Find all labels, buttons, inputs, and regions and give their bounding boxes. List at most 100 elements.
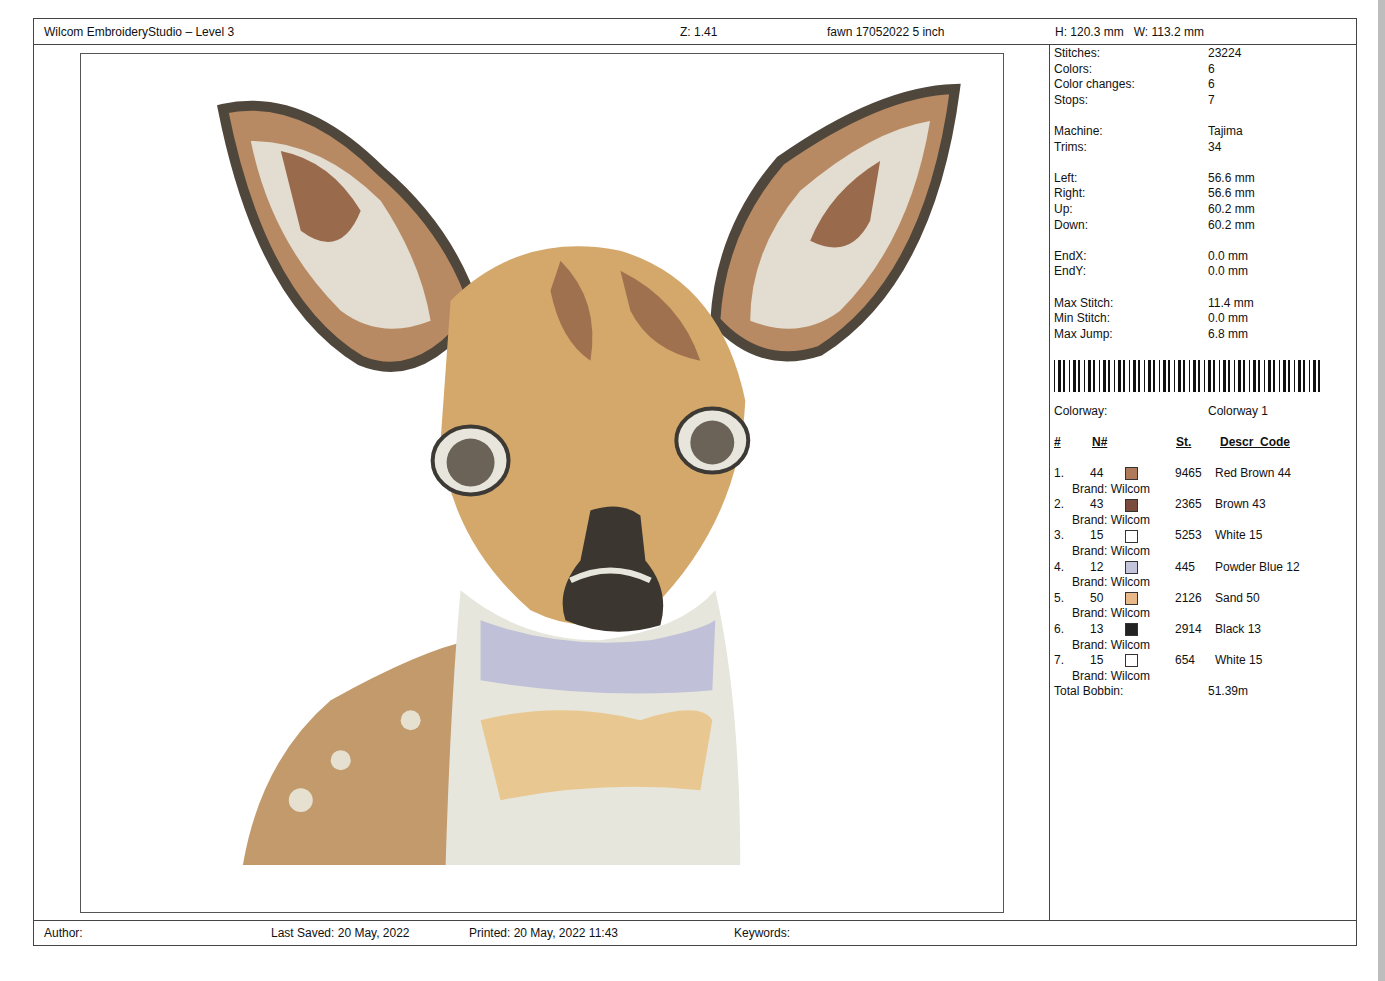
stat-label: Color changes: — [1054, 77, 1208, 93]
color-number: 15 — [1090, 528, 1118, 544]
color-line: 6. 13 2914 Black 13 — [1054, 622, 1352, 638]
stat-label: Max Jump: — [1054, 327, 1208, 343]
author: Author: — [44, 926, 271, 940]
color-stitches: 5253 — [1175, 528, 1215, 544]
stat-row: Stops: 7 — [1054, 93, 1352, 109]
column-header: N# — [1092, 435, 1176, 451]
left-eye — [433, 427, 509, 495]
color-swatch — [1125, 530, 1138, 543]
nose — [563, 506, 664, 631]
color-index: 7. — [1054, 653, 1090, 669]
color-swatch — [1125, 592, 1138, 605]
color-number: 15 — [1090, 653, 1118, 669]
color-index: 1. — [1054, 466, 1090, 482]
color-stitches: 445 — [1175, 560, 1215, 576]
colorway-value: Colorway 1 — [1208, 404, 1268, 420]
barcode-icon — [1054, 360, 1326, 392]
color-brand: Brand: Wilcom — [1054, 544, 1352, 560]
stat-value: 60.2 mm — [1208, 202, 1255, 218]
color-row: 2. 43 2365 Brown 43 Brand: Wilcom — [1054, 497, 1352, 528]
stat-value: 60.2 mm — [1208, 218, 1255, 234]
stat-label: EndX: — [1054, 249, 1208, 265]
stat-value: 0.0 mm — [1208, 249, 1248, 265]
total-label: Total Bobbin: — [1054, 684, 1208, 700]
stat-label: Colors: — [1054, 62, 1208, 78]
stat-row: Right: 56.6 mm — [1054, 186, 1352, 202]
color-stitches: 9465 — [1175, 466, 1215, 482]
stat-row: Left: 56.6 mm — [1054, 171, 1352, 187]
color-brand: Brand: Wilcom — [1054, 482, 1352, 498]
color-line: 2. 43 2365 Brown 43 — [1054, 497, 1352, 513]
stat-label: Stitches: — [1054, 46, 1208, 62]
swatch-cell — [1118, 592, 1175, 605]
swatch-cell — [1118, 623, 1175, 636]
printed: Printed: 20 May, 2022 11:43 — [469, 926, 734, 940]
color-number: 13 — [1090, 622, 1118, 638]
swatch-cell — [1118, 499, 1175, 512]
neck — [446, 590, 741, 865]
right-eye — [676, 409, 748, 473]
color-line: 3. 15 5253 White 15 — [1054, 528, 1352, 544]
stat-row: Machine: Tajima — [1054, 124, 1352, 140]
column-header: St. — [1176, 435, 1220, 451]
color-swatch — [1125, 561, 1138, 574]
color-number: 44 — [1090, 466, 1118, 482]
stats-group: Stitches: 23224Colors: 6Color changes: 6… — [1054, 46, 1352, 108]
body-spot — [289, 788, 313, 812]
left-pupil — [447, 439, 495, 487]
total-bobbin: Total Bobbin: 51.39m — [1054, 684, 1352, 700]
stat-label: Right: — [1054, 186, 1208, 202]
print-preview: Wilcom EmbroideryStudio – Level 3 Z: 1.4… — [0, 0, 1385, 981]
stat-row: Down: 60.2 mm — [1054, 218, 1352, 234]
stat-label: Left: — [1054, 171, 1208, 187]
stat-row: Color changes: 6 — [1054, 77, 1352, 93]
swatch-cell — [1118, 467, 1175, 480]
stat-value: 56.6 mm — [1208, 171, 1255, 187]
stat-row: Up: 60.2 mm — [1054, 202, 1352, 218]
head-patch — [550, 261, 592, 361]
stat-row: Trims: 34 — [1054, 140, 1352, 156]
app-title: Wilcom EmbroideryStudio – Level 3 — [44, 25, 680, 39]
stat-value: 6 — [1208, 77, 1215, 93]
info-panel: Stitches: 23224Colors: 6Color changes: 6… — [1050, 45, 1356, 920]
column-header: # — [1054, 435, 1092, 451]
color-stitches: 2914 — [1175, 622, 1215, 638]
body-spot — [331, 750, 351, 770]
left-ear-patch — [281, 151, 361, 242]
colorway: Colorway: Colorway 1 — [1054, 404, 1352, 420]
swatch-cell — [1118, 530, 1175, 543]
color-line: 7. 15 654 White 15 — [1054, 653, 1352, 669]
stat-value: Tajima — [1208, 124, 1243, 140]
color-number: 12 — [1090, 560, 1118, 576]
color-descr: Powder Blue 12 — [1215, 560, 1300, 576]
color-brand: Brand: Wilcom — [1054, 638, 1352, 654]
stat-label: Min Stitch: — [1054, 311, 1208, 327]
stats-group: Left: 56.6 mmRight: 56.6 mmUp: 60.2 mmDo… — [1054, 171, 1352, 233]
stat-value: 6.8 mm — [1208, 327, 1248, 343]
swatch-cell — [1118, 654, 1175, 667]
stat-label: Trims: — [1054, 140, 1208, 156]
color-descr: White 15 — [1215, 528, 1262, 544]
color-index: 6. — [1054, 622, 1090, 638]
right-ear — [715, 89, 955, 356]
swatch-cell — [1118, 561, 1175, 574]
column-header: Descr_Code — [1220, 435, 1290, 451]
color-descr: White 15 — [1215, 653, 1262, 669]
color-brand: Brand: Wilcom — [1054, 606, 1352, 622]
color-row: 6. 13 2914 Black 13 Brand: Wilcom — [1054, 622, 1352, 653]
left-ear-inner — [251, 141, 431, 329]
stat-value: 6 — [1208, 62, 1215, 78]
color-swatch — [1125, 654, 1138, 667]
right-ear-inner — [750, 121, 930, 329]
right-pupil — [690, 421, 734, 465]
stat-row: Stitches: 23224 — [1054, 46, 1352, 62]
color-brand: Brand: Wilcom — [1054, 669, 1352, 685]
colorway-label: Colorway: — [1054, 404, 1208, 420]
height: H: 120.3 mm — [1055, 25, 1124, 39]
color-brand: Brand: Wilcom — [1054, 575, 1352, 591]
stats-group: Max Stitch: 11.4 mmMin Stitch: 0.0 mmMax… — [1054, 296, 1352, 343]
color-index: 3. — [1054, 528, 1090, 544]
design-area — [34, 45, 1050, 920]
zoom: Z: 1.41 — [680, 25, 827, 39]
stat-label: Down: — [1054, 218, 1208, 234]
